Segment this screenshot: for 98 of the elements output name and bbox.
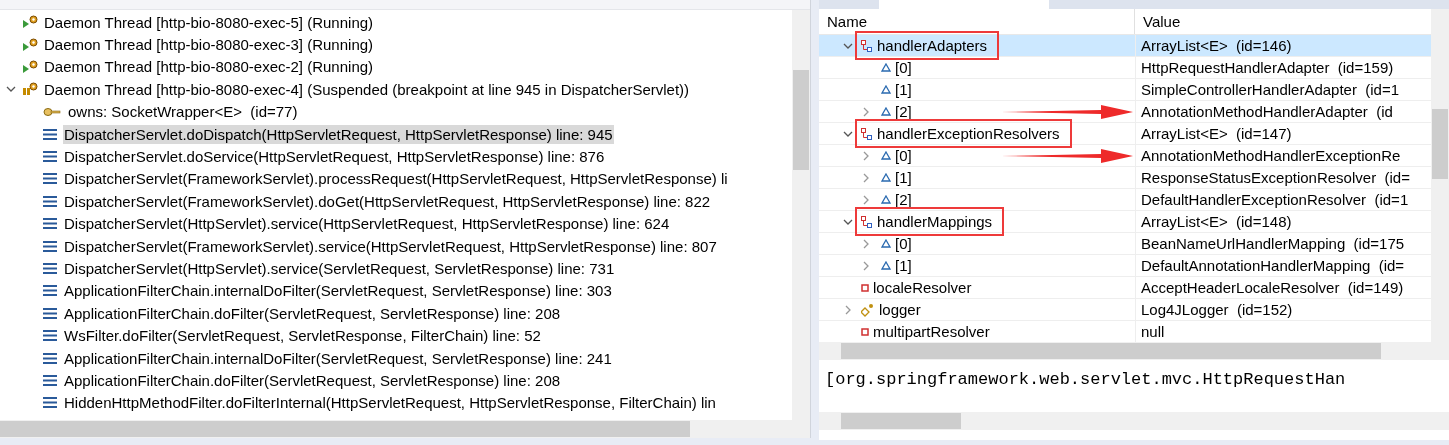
stack-frame-icon (43, 173, 57, 185)
stack-frame-icon (43, 151, 57, 163)
variable-name: [0] (894, 59, 912, 76)
thread-label[interactable]: Daemon Thread [http-bio-8080-exec-3] (Running) (43, 35, 375, 55)
thread-label[interactable]: Daemon Thread [http-bio-8080-exec-2] (Running) (43, 57, 375, 77)
thread-label[interactable]: Daemon Thread [http-bio-8080-exec-5] (Running) (43, 12, 375, 32)
chevron-right-icon[interactable] (861, 194, 871, 205)
vertical-scrollbar[interactable] (792, 10, 810, 420)
hierarchy-icon (861, 39, 873, 52)
stack-frame-icon (43, 374, 57, 386)
variable-name: handlerExceptionResolvers (876, 125, 1060, 142)
variable-value: DefaultAnnotationHandlerMapping (id= (1140, 256, 1406, 276)
triangle-icon (881, 261, 891, 270)
chevron-right-icon[interactable] (861, 172, 871, 183)
variable-value: SimpleControllerHandlerAdapter (id=1 (1140, 80, 1401, 100)
stack-frame-icon (43, 240, 57, 252)
hierarchy-icon (861, 127, 873, 140)
stack-frame-icon (43, 195, 57, 207)
stack-frame[interactable]: DispatcherServlet(FrameworkServlet).processRequest(HttpServletRequest, HttpServletResponse) li (63, 169, 729, 189)
thread-label[interactable]: Daemon Thread [http-bio-8080-exec-4] (Suspended (breakpoint at line 945 in DispatcherServlet)) (43, 79, 691, 99)
detail-text: [org.springframework.web.servlet.mvc.HttpRequestHan (825, 370, 1346, 389)
stack-frame-icon (43, 352, 57, 364)
variable-value: AcceptHeaderLocaleResolver (id=149) (1140, 278, 1405, 298)
variable-name: multipartResolver (872, 323, 990, 340)
triangle-icon (881, 239, 891, 248)
stack-frame[interactable]: DispatcherServlet(FrameworkServlet).service(HttpServletRequest, HttpServletResponse) line: 807 (63, 236, 718, 256)
variable-value: ArrayList<E> (id=147) (1140, 124, 1293, 144)
variable-value: AnnotationMethodHandlerAdapter (id (1140, 102, 1394, 122)
variable-value: Log4JLogger (id=152) (1140, 300, 1294, 320)
variable-row[interactable]: handlerMappings ArrayList<E> (id=148) (819, 211, 1431, 233)
variable-row[interactable]: [1] DefaultAnnotationHandlerMapping (id= (819, 255, 1431, 277)
variable-value: DefaultHandlerExceptionResolver (id=1 (1140, 190, 1410, 210)
horizontal-scrollbar[interactable] (819, 342, 1449, 360)
variable-value: HttpRequestHandlerAdapter (id=159) (1140, 58, 1395, 78)
variable-row[interactable]: localeResolver AcceptHeaderLocaleResolver (id=149) (819, 277, 1431, 299)
variable-name: localeResolver (872, 279, 972, 296)
variable-name: [0] (894, 235, 912, 252)
stack-frame[interactable]: ApplicationFilterChain.doFilter(ServletRequest, ServletResponse) line: 208 (63, 303, 562, 323)
key-icon (43, 106, 61, 117)
variable-name: handlerMappings (876, 213, 993, 230)
stack-frame-icon (43, 128, 57, 140)
variable-row[interactable]: handlerExceptionResolvers ArrayList<E> (id=147) (819, 123, 1431, 145)
hierarchy-icon (861, 215, 873, 228)
triangle-icon (881, 63, 891, 72)
variable-row[interactable]: logger Log4JLogger (id=152) (819, 299, 1431, 321)
variable-row[interactable]: [0] HttpRequestHandlerAdapter (id=159) (819, 57, 1431, 79)
variable-name: [1] (894, 169, 912, 186)
stack-frame-icon (43, 263, 57, 274)
variable-value: BeanNameUrlHandlerMapping (id=175 (1140, 234, 1406, 254)
stack-frame-icon (43, 307, 57, 319)
triangle-icon (881, 173, 891, 182)
column-header[interactable]: Name (819, 9, 1135, 34)
stack-frame[interactable]: DispatcherServlet(HttpServlet).service(ServletRequest, ServletResponse) line: 731 (63, 259, 616, 278)
square-icon (861, 327, 869, 336)
stack-frame[interactable]: ApplicationFilterChain.internalDoFilter(ServletRequest, ServletResponse) line: 303 (63, 281, 613, 301)
stack-frame[interactable]: HiddenHttpMethodFilter.doFilterInternal(HttpServletRequest, HttpServletResponse, FilterChain) lin (63, 393, 717, 413)
chevron-right-icon[interactable] (861, 150, 871, 161)
stack-frame-icon (43, 218, 57, 230)
vertical-scrollbar[interactable] (1431, 9, 1449, 342)
variable-name: logger (878, 301, 921, 318)
column-header[interactable]: Value (1135, 9, 1431, 34)
variable-row[interactable]: handlerAdapters ArrayList<E> (id=146) (819, 35, 1431, 57)
stack-frame-icon (43, 397, 57, 409)
triangle-icon (881, 151, 891, 160)
triangle-icon (881, 85, 891, 94)
stack-frame[interactable]: DispatcherServlet.doDispatch(HttpServletRequest, HttpServletResponse) line: 945 (63, 124, 614, 144)
variable-name: [1] (894, 81, 912, 98)
static-field-icon (861, 302, 875, 317)
stack-frame-icon (43, 330, 57, 342)
variable-value: ArrayList<E> (id=148) (1140, 212, 1293, 232)
chevron-right-icon[interactable] (861, 238, 871, 249)
chevron-right-icon[interactable] (843, 304, 853, 315)
horizontal-scrollbar[interactable] (0, 420, 810, 438)
stack-frame[interactable]: DispatcherServlet.doService(HttpServletRequest, HttpServletResponse) line: 876 (63, 147, 606, 167)
variable-value: AnnotationMethodHandlerExceptionRe (1140, 146, 1402, 166)
variable-row[interactable]: [0] BeanNameUrlHandlerMapping (id=175 (819, 233, 1431, 255)
stack-frame[interactable]: DispatcherServlet(HttpServlet).service(HttpServletRequest, HttpServletResponse) line: 624 (63, 214, 671, 234)
variable-value: null (1140, 322, 1166, 342)
stack-frame[interactable]: ApplicationFilterChain.doFilter(ServletRequest, ServletResponse) line: 208 (63, 370, 562, 390)
chevron-right-icon[interactable] (861, 106, 871, 117)
chevron-right-icon[interactable] (861, 260, 871, 271)
square-icon (861, 283, 869, 292)
variable-row[interactable]: [1] SimpleControllerHandlerAdapter (id=1 (819, 79, 1431, 101)
stack-frame[interactable]: DispatcherServlet(FrameworkServlet).doGet(HttpServletRequest, HttpServletResponse) line: 822 (63, 191, 712, 211)
stack-frame-icon (43, 285, 57, 297)
stack-frame[interactable]: WsFilter.doFilter(ServletRequest, ServletResponse, FilterChain) line: 52 (63, 326, 542, 346)
variable-name: handlerAdapters (876, 37, 988, 54)
variable-name: [0] (894, 147, 912, 164)
stack-frame[interactable]: ApplicationFilterChain.internalDoFilter(ServletRequest, ServletResponse) line: 241 (63, 348, 613, 368)
variable-name: [1] (894, 257, 912, 274)
variable-value: ArrayList<E> (id=146) (1140, 36, 1293, 56)
variable-row[interactable]: [0] AnnotationMethodHandlerExceptionRe (819, 145, 1431, 167)
horizontal-scrollbar[interactable] (819, 412, 1449, 430)
variable-value: ResponseStatusExceptionResolver (id= (1140, 168, 1411, 188)
monitor-label[interactable]: owns: SocketWrapper<E> (id=77) (67, 102, 299, 122)
variable-row[interactable]: [1] ResponseStatusExceptionResolver (id= (819, 167, 1431, 189)
triangle-icon (881, 195, 891, 204)
triangle-icon (881, 107, 891, 116)
